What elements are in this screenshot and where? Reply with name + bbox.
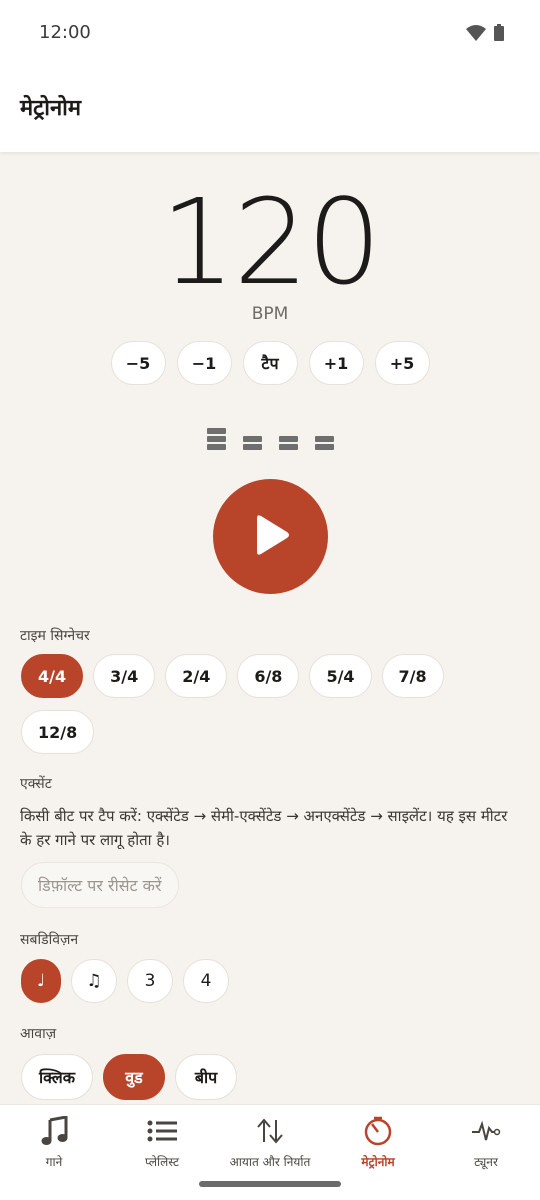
time-signature-7-8[interactable]: 7/8 bbox=[381, 654, 444, 698]
subdivision-eighth[interactable]: ♫ bbox=[71, 959, 117, 1003]
minus-5-button[interactable]: −5 bbox=[110, 341, 166, 385]
bpm-unit-label: BPM bbox=[251, 304, 289, 324]
beat-indicator[interactable] bbox=[278, 424, 298, 450]
time-signature-5-4[interactable]: 5/4 bbox=[309, 654, 372, 698]
status-icons bbox=[466, 24, 504, 45]
nav-label-playlist: प्लेलिस्ट bbox=[144, 1155, 179, 1169]
nav-item-import-export[interactable]: आयात और निर्यात bbox=[216, 1105, 324, 1181]
tempo-adjust-row: −5 −1 टैप +1 +5 bbox=[0, 341, 540, 385]
tap-tempo-button[interactable]: टैप bbox=[242, 341, 298, 385]
beat-indicator[interactable] bbox=[206, 424, 226, 450]
accent-label: एक्सेंट bbox=[20, 776, 52, 792]
music-note-icon bbox=[40, 1115, 68, 1147]
beat-indicator[interactable] bbox=[314, 424, 334, 450]
plus-5-button[interactable]: +5 bbox=[374, 341, 430, 385]
nav-label-tuner: ट्यूनर bbox=[474, 1155, 498, 1169]
sound-click[interactable]: क्लिक bbox=[21, 1054, 94, 1100]
reset-default-button[interactable]: डिफ़ॉल्ट पर रीसेट करें bbox=[21, 862, 179, 908]
time-signature-12-8[interactable]: 12/8 bbox=[21, 710, 95, 754]
subdivision-triplet[interactable]: 3 bbox=[127, 959, 173, 1003]
nav-item-songs[interactable]: गाने bbox=[0, 1105, 108, 1181]
time-signature-label: टाइम सिग्नेचर bbox=[20, 628, 90, 644]
nav-item-metronome[interactable]: मेट्रोनोम bbox=[324, 1105, 432, 1181]
metronome-icon bbox=[363, 1115, 393, 1147]
time-signature-options: 4/4 3/4 2/4 6/8 5/4 7/8 12/8 bbox=[21, 654, 521, 754]
sound-wood[interactable]: वुड bbox=[103, 1054, 166, 1100]
nav-item-playlist[interactable]: प्लेलिस्ट bbox=[108, 1105, 216, 1181]
wifi-icon bbox=[466, 24, 486, 45]
nav-label-songs: गाने bbox=[45, 1155, 63, 1169]
nav-label-import-export: आयात और निर्यात bbox=[229, 1155, 311, 1169]
time-signature-4-4[interactable]: 4/4 bbox=[21, 654, 84, 698]
play-button[interactable] bbox=[213, 479, 328, 594]
beat-indicator[interactable] bbox=[242, 424, 262, 450]
subdivision-label: सबडिविज़न bbox=[20, 932, 79, 948]
nav-item-tuner[interactable]: ट्यूनर bbox=[432, 1105, 540, 1181]
beat-indicator-row bbox=[0, 424, 540, 450]
tuner-icon bbox=[471, 1115, 501, 1147]
plus-1-button[interactable]: +1 bbox=[308, 341, 364, 385]
app-bar: मेट्रोनोम bbox=[0, 68, 540, 152]
status-time: 12:00 bbox=[39, 22, 91, 43]
import-export-icon bbox=[255, 1115, 285, 1147]
time-signature-3-4[interactable]: 3/4 bbox=[93, 654, 156, 698]
bpm-value: 120 bbox=[160, 173, 381, 311]
sound-options: क्लिक वुड बीप bbox=[21, 1054, 521, 1100]
page-title: मेट्रोनोम bbox=[20, 96, 82, 121]
time-signature-6-8[interactable]: 6/8 bbox=[237, 654, 300, 698]
status-bar: 12:00 bbox=[0, 0, 540, 68]
play-icon bbox=[251, 514, 291, 560]
subdivision-sixteenth[interactable]: 4 bbox=[183, 959, 229, 1003]
nav-label-metronome: मेट्रोनोम bbox=[361, 1155, 395, 1169]
subdivision-quarter[interactable]: ♩ bbox=[21, 959, 61, 1003]
minus-1-button[interactable]: −1 bbox=[176, 341, 232, 385]
sound-beep[interactable]: बीप bbox=[175, 1054, 238, 1100]
time-signature-2-4[interactable]: 2/4 bbox=[165, 654, 228, 698]
accent-description: किसी बीट पर टैप करें: एक्सेंटेड → सेमी-ए… bbox=[20, 807, 508, 849]
list-icon bbox=[147, 1115, 177, 1147]
sound-label: आवाज़ bbox=[20, 1026, 57, 1042]
home-indicator bbox=[199, 1181, 341, 1187]
battery-icon bbox=[494, 24, 504, 45]
subdivision-options: ♩ ♫ 3 4 bbox=[21, 959, 521, 1003]
